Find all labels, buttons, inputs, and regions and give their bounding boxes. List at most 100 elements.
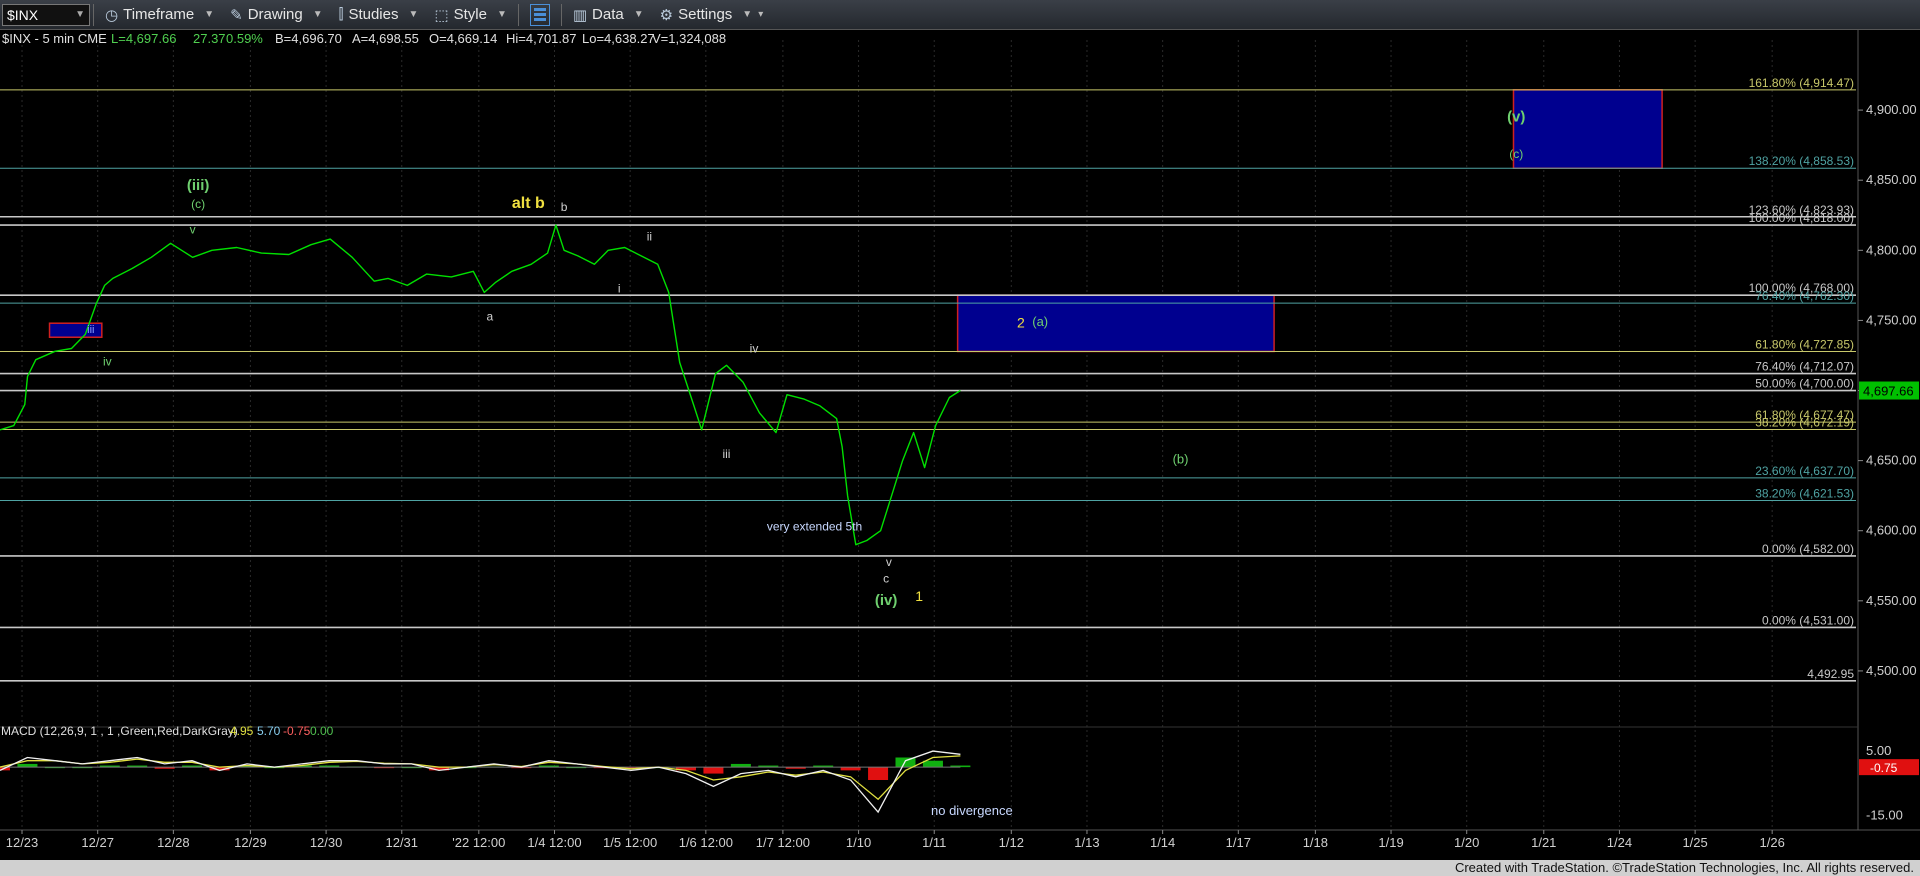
time-tick-label: '22 12:00 (452, 835, 505, 850)
data-label: Data (592, 6, 624, 23)
fib-label: 76.40% (4,762.30) (1755, 289, 1854, 303)
pencil-icon: ✎ (230, 6, 243, 24)
time-tick-label: 1/13 (1074, 835, 1099, 850)
wave-label: 1 (915, 588, 923, 604)
wave-label: ii (647, 229, 652, 243)
time-tick-label: 1/20 (1454, 835, 1479, 850)
data-menu[interactable]: ▥ Data ▼ (565, 0, 652, 30)
time-tick-label: 1/24 (1607, 835, 1632, 850)
timeframe-label: Timeframe (123, 6, 195, 23)
macd-value: 4.95 (230, 724, 254, 738)
macd-histogram-bar (922, 760, 943, 768)
fib-label: 0.00% (4,582.00) (1762, 542, 1854, 556)
macd-value: 0.00 (310, 724, 334, 738)
macd-histogram-bar (895, 757, 916, 768)
fib-label: 76.40% (4,712.07) (1755, 360, 1854, 374)
chevron-down-icon: ▼ (408, 9, 419, 20)
fib-label: 161.80% (4,914.47) (1749, 76, 1854, 90)
price-tick-label: 4,650.00 (1866, 453, 1917, 468)
price-tick-label: 4,600.00 (1866, 523, 1917, 538)
time-tick-label: 1/26 (1760, 835, 1785, 850)
chevron-down-icon: ▾ (758, 9, 764, 20)
chevron-down-icon: ▼ (204, 9, 215, 20)
last-price: L=4,697.66 (111, 31, 176, 46)
studies-menu[interactable]: ⫿ Studies ▼ (331, 0, 427, 30)
current-price-text: 4,697.66 (1863, 384, 1914, 399)
time-tick-label: 1/25 (1682, 835, 1707, 850)
net-change: 27.37 (193, 31, 226, 46)
macd-tick-label: -15.00 (1866, 807, 1903, 822)
time-tick-label: 1/11 (922, 835, 946, 850)
wave-label: (v) (1507, 108, 1525, 125)
wave-label: 2 (1017, 314, 1025, 330)
time-tick-label: 1/4 12:00 (527, 835, 581, 850)
price-tick-label: 4,900.00 (1866, 102, 1917, 117)
time-axis: 12/23 12/27 12/28 12/29 12/30 12/31 '22 12:00 1… (6, 830, 1785, 850)
macd-tick-label: 5.00 (1866, 743, 1891, 758)
price-chart[interactable]: 161.80% (4,914.47) 138.20% (4,858.53) 1 23.… (0, 30, 1920, 860)
chevron-down-icon: ▼ (496, 9, 507, 20)
time-tick-label: 1/21 (1531, 835, 1556, 850)
symbol-selector[interactable]: $INX ▼ (2, 3, 90, 26)
macd-params: MACD (12,26,9, 1 , 1 ,Green,Red,DarkGray… (1, 724, 238, 738)
time-tick-label: 1/5 12:00 (603, 835, 657, 850)
footer-credit: Created with TradeStation. ©TradeStation… (0, 860, 1920, 876)
volume: V=1,324,088 (652, 31, 726, 46)
bid-price: B=4,696.70 (275, 31, 342, 46)
fib-label: 50.00% (4,700.00) (1755, 377, 1854, 391)
time-tick-label: 1/14 (1150, 835, 1175, 850)
target-box (1512, 89, 1663, 169)
chart-header: $INX - 5 min CME L=4,697.66 27.37 0.59% … (2, 31, 726, 46)
macd-signal-line (0, 755, 961, 801)
symbol-text: $INX (7, 6, 39, 23)
settings-menu[interactable]: ⚙ Settings ▼ ▾ (652, 0, 772, 30)
macd-histogram-bar (703, 767, 724, 774)
low-price: Lo=4,638.27 (582, 31, 655, 46)
wave-label: (iii) (187, 177, 210, 194)
price-line (0, 224, 961, 546)
studies-icon: ⫿ (338, 6, 344, 23)
timeframe-menu[interactable]: ◷ Timeframe ▼ (97, 0, 222, 30)
time-tick-label: 1/10 (846, 835, 871, 850)
fib-label: 38.20% (4,672.19) (1755, 416, 1854, 430)
wave-label: iii (87, 324, 94, 336)
layout-icon[interactable] (529, 3, 550, 26)
price-series (0, 224, 961, 546)
toolbar-divider (517, 3, 519, 26)
drawing-label: Drawing (247, 6, 303, 23)
chevron-down-icon: ▼ (75, 9, 85, 20)
target-boxes (48, 89, 1663, 353)
wave-label: (c) (191, 197, 205, 211)
macd-panel: MACD (12,26,9, 1 , 1 ,Green,Red,DarkGray… (0, 724, 1919, 822)
price-tick-label: 4,750.00 (1866, 312, 1917, 327)
price-tick-label: 4,800.00 (1866, 242, 1917, 257)
style-menu[interactable]: ⬚ Style ▼ (426, 0, 514, 30)
wave-label: iii (722, 447, 730, 461)
time-tick-label: 12/28 (157, 835, 190, 850)
clock-icon: ◷ (105, 6, 119, 24)
time-tick-label: 12/23 (6, 835, 39, 850)
chevron-down-icon: ▼ (312, 9, 323, 20)
wave-label: (a) (1032, 314, 1048, 329)
time-tick-label: 1/7 12:00 (756, 835, 810, 850)
fib-label: 38.20% (4,621.53) (1755, 487, 1854, 501)
macd-histogram-bar (868, 767, 889, 780)
time-tick-label: 1/6 12:00 (679, 835, 733, 850)
macd-value: 5.70 (257, 724, 281, 738)
toolbar: $INX ▼ ◷ Timeframe ▼ ✎ Drawing ▼ ⫿ Studi… (0, 0, 1920, 30)
wave-label: (b) (1173, 451, 1189, 466)
fib-label: 4,492.95 (1807, 667, 1854, 681)
toolbar-divider (560, 3, 562, 26)
wave-label: (c) (1509, 147, 1523, 161)
studies-label: Studies (348, 6, 399, 23)
price-tick-label: 4,550.00 (1866, 593, 1917, 608)
macd-current-text: -0.75 (1870, 761, 1898, 775)
drawing-menu[interactable]: ✎ Drawing ▼ (222, 0, 331, 30)
chevron-down-icon: ▼ (742, 9, 753, 20)
open-price: O=4,669.14 (429, 31, 497, 46)
wave-label: a (486, 309, 493, 323)
time-tick-label: 1/19 (1378, 835, 1403, 850)
wave-label: b (561, 200, 568, 214)
macd-value: -0.75 (283, 724, 311, 738)
bar-chart-icon: ▥ (572, 6, 588, 24)
